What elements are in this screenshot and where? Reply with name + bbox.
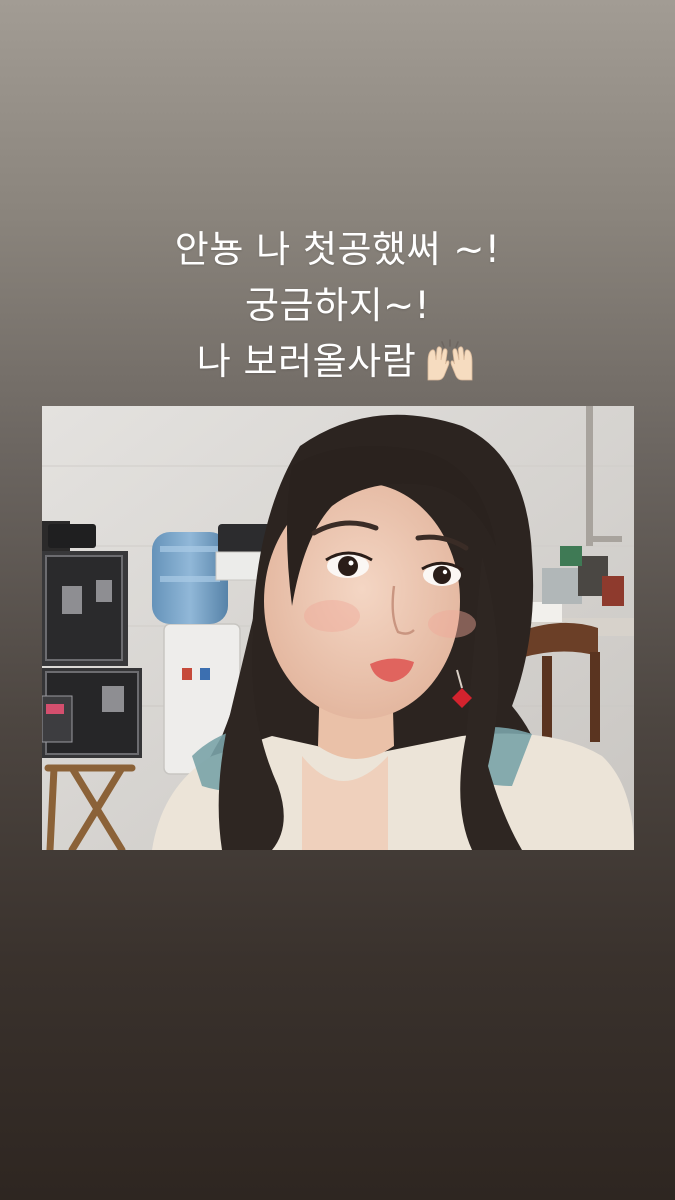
caption-line-3-wrap: 나 보러올사람	[0, 334, 675, 390]
caption-line-2: 궁금하지~!	[245, 284, 430, 327]
raised-hands-emoji-icon	[422, 338, 478, 382]
caption-line-3: 나 보러올사람	[196, 340, 417, 383]
story-caption: 안뇽 나 첫공했써 ~! 궁금하지~! 나 보러올사람	[0, 222, 675, 390]
equipment-cases	[42, 521, 142, 758]
caption-line-1: 안뇽 나 첫공했써 ~!	[174, 228, 501, 271]
selfie-photo[interactable]	[42, 406, 634, 850]
story-canvas[interactable]: 안뇽 나 첫공했써 ~! 궁금하지~! 나 보러올사람	[0, 0, 675, 1200]
